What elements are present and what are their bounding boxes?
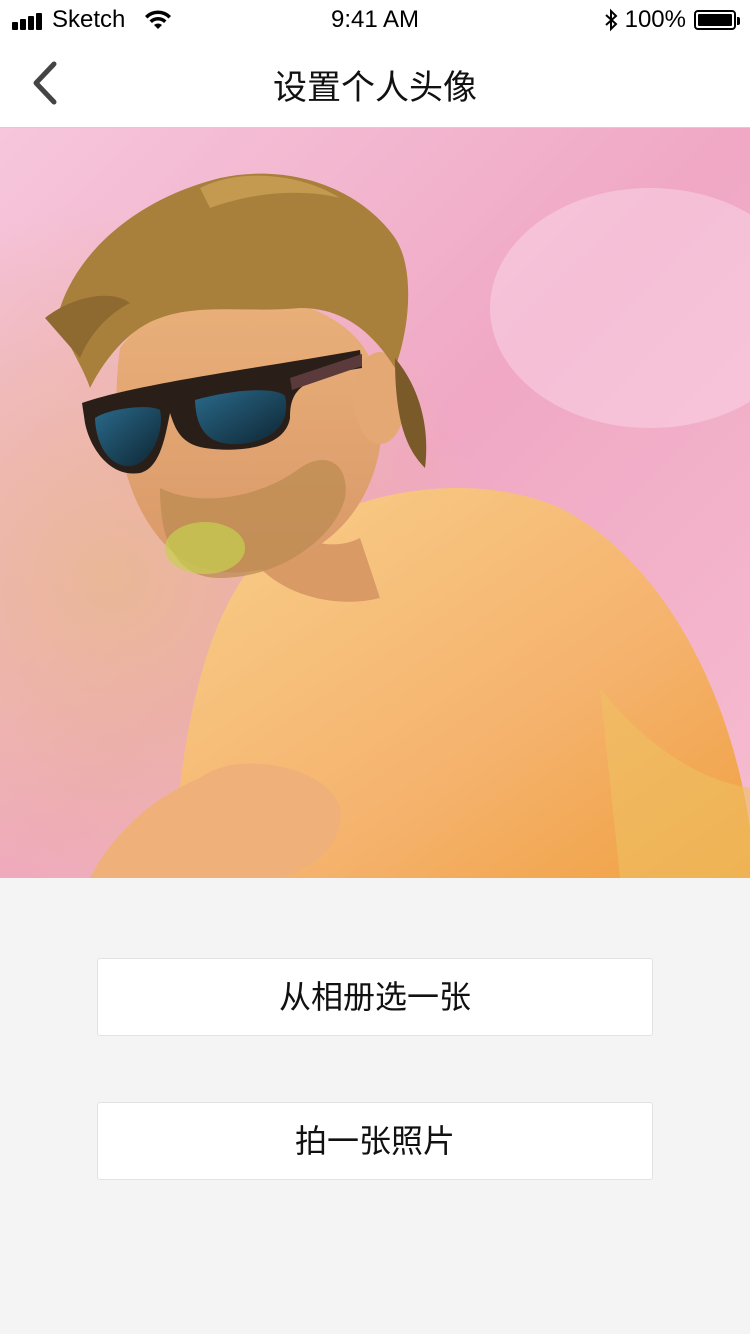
status-bar: Sketch 9:41 AM 100%	[0, 0, 750, 40]
choose-from-album-button[interactable]: 从相册选一张	[97, 958, 653, 1036]
avatar-image	[0, 128, 750, 878]
page-title: 设置个人头像	[273, 69, 477, 107]
photo-actions: 从相册选一张 拍一张照片	[0, 878, 750, 1334]
status-right: 100%	[603, 6, 740, 34]
take-photo-button[interactable]: 拍一张照片	[97, 1102, 653, 1180]
battery-percent: 100%	[624, 6, 686, 33]
avatar-photo	[0, 128, 750, 878]
bluetooth-icon	[604, 8, 618, 32]
screen: Sketch 9:41 AM 100% 设置个人头像 从相册选一张 拍一张照片	[0, 0, 750, 1334]
nav-bar: 设置个人头像	[0, 40, 750, 128]
battery-icon	[694, 10, 740, 30]
